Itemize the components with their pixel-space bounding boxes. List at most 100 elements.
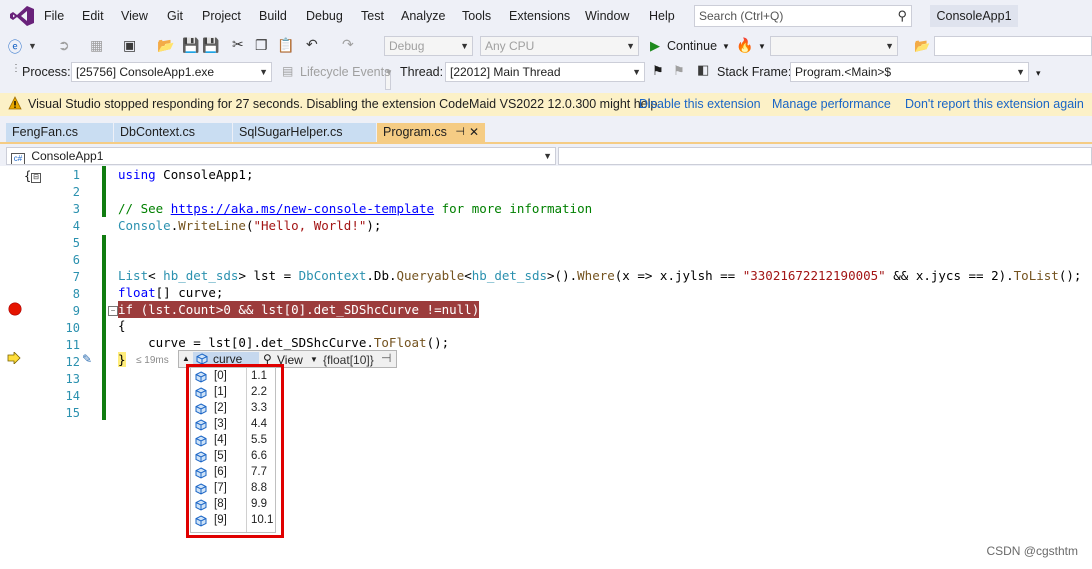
- process-label: Process:: [22, 65, 71, 79]
- toolbar-overflow-icon[interactable]: ▾: [1036, 68, 1041, 79]
- code-token: ToFloat: [373, 335, 427, 350]
- code-line-4: Console.WriteLine("Hello, World!");: [118, 218, 381, 233]
- line-number: 15: [65, 406, 80, 420]
- back-dropdown-icon[interactable]: ▼: [28, 41, 37, 51]
- menu-git[interactable]: Git: [167, 9, 183, 23]
- code-token: List: [118, 268, 149, 283]
- search-placeholder: Search (Ctrl+Q): [699, 9, 784, 23]
- tab-label: DbContext.cs: [120, 125, 196, 139]
- disable-extension-link[interactable]: Disable this extension: [639, 97, 761, 111]
- code-line-12-current: }: [118, 352, 126, 367]
- line-number: 8: [72, 287, 80, 301]
- search-box[interactable]: Search (Ctrl+Q) ⚲: [694, 5, 912, 27]
- new-item-icon[interactable]: ▣: [123, 37, 136, 54]
- hot-reload-icon[interactable]: 🔥: [736, 37, 753, 54]
- open-file-icon[interactable]: 📂: [157, 37, 174, 54]
- lifecycle-events-button: Lifecycle Events: [300, 65, 391, 79]
- menu-file[interactable]: File: [44, 9, 64, 23]
- manage-performance-link[interactable]: Manage performance: [772, 97, 891, 111]
- redo-icon: ↷: [342, 36, 354, 52]
- find-in-files-icon[interactable]: 📂: [914, 38, 930, 54]
- chevron-down-icon: ▼: [460, 41, 469, 51]
- code-line-3: // See https://aka.ms/new-console-templa…: [118, 201, 592, 216]
- stack-frame-select[interactable]: Program.<Main>$ ▼: [790, 62, 1029, 82]
- menu-edit[interactable]: Edit: [82, 9, 104, 23]
- project-scope-select[interactable]: c# ConsoleApp1 ▼: [6, 147, 556, 165]
- chevron-down-icon: ▼: [543, 151, 552, 161]
- dont-report-extension-link[interactable]: Don't report this extension again: [905, 97, 1084, 111]
- toggle-flag-icon[interactable]: ⚑: [652, 63, 664, 79]
- continue-dropdown-icon[interactable]: ▼: [722, 42, 730, 51]
- tab-fengfan[interactable]: FengFan.cs: [6, 123, 113, 142]
- menu-project[interactable]: Project: [202, 9, 241, 23]
- tab-label: SqlSugarHelper.cs: [239, 125, 343, 139]
- parallel-stacks-icon[interactable]: ◧: [697, 62, 709, 78]
- code-line-8: float[] curve;: [118, 285, 223, 300]
- save-icon[interactable]: 💾: [182, 37, 199, 54]
- line-number: 9: [72, 304, 80, 318]
- close-icon[interactable]: ✕: [469, 123, 479, 142]
- tab-dbcontext[interactable]: DbContext.cs: [114, 123, 232, 142]
- thread-select[interactable]: [22012] Main Thread ▼: [445, 62, 645, 82]
- code-line-10: {: [118, 318, 126, 333]
- code-line-9-breakpoint-highlight: if (lst.Count>0 && lst[0].det_SDShcCurve…: [118, 301, 480, 318]
- copy-icon[interactable]: ❐: [255, 37, 268, 54]
- menu-analyze[interactable]: Analyze: [401, 9, 445, 23]
- stack-frame-label: Stack Frame:: [717, 65, 792, 79]
- chevron-down-icon: ▼: [259, 67, 268, 77]
- red-highlight-box: [186, 364, 284, 538]
- code-token: Console: [118, 218, 171, 233]
- quick-actions-brush-icon[interactable]: ✎: [82, 352, 92, 366]
- member-scope-select[interactable]: [558, 147, 1092, 165]
- save-all-icon[interactable]: 💾: [202, 37, 219, 54]
- menu-build[interactable]: Build: [259, 9, 287, 23]
- menu-extensions[interactable]: Extensions: [509, 9, 570, 23]
- toolbar-grip-icon: ⋮: [11, 63, 21, 74]
- code-editor[interactable]: { ⊟ 1 2 3 4 5 6 7 8 9 10 11 12 13 14 15 …: [0, 166, 1092, 569]
- template-link[interactable]: https://aka.ms/new-console-template: [171, 201, 434, 216]
- menu-view[interactable]: View: [121, 9, 148, 23]
- menu-test[interactable]: Test: [361, 9, 384, 23]
- find-combo[interactable]: [934, 36, 1092, 56]
- solution-configuration-select: Debug ▼: [384, 36, 473, 56]
- code-comment: // See: [118, 201, 171, 216]
- solution-configuration-value: Debug: [389, 39, 425, 53]
- process-value: [25756] ConsoleApp1.exe: [76, 65, 215, 79]
- watermark: CSDN @cgsthtm: [986, 544, 1078, 558]
- undo-icon[interactable]: ↶: [306, 36, 318, 53]
- code-token: ConsoleApp1;: [155, 167, 254, 182]
- pin-icon[interactable]: ⊣: [455, 123, 465, 142]
- continue-button[interactable]: Continue: [667, 39, 717, 53]
- datatip-collapse-icon[interactable]: ▲: [182, 354, 190, 363]
- hot-reload-dropdown-icon[interactable]: ▼: [758, 42, 766, 51]
- breakpoint-icon[interactable]: [8, 302, 22, 316]
- paste-icon[interactable]: 📋: [277, 37, 294, 54]
- pin-datatip-icon[interactable]: ⊣: [381, 351, 391, 365]
- code-token: .Db.: [366, 268, 397, 283]
- visual-studio-logo-icon[interactable]: [10, 6, 34, 26]
- outline-collapse-icon[interactable]: −: [108, 306, 118, 316]
- tab-sqlsugarhelper[interactable]: SqlSugarHelper.cs: [233, 123, 376, 142]
- line-number: 1: [72, 168, 80, 182]
- menu-tools[interactable]: Tools: [462, 9, 491, 23]
- line-number: 12: [65, 355, 80, 369]
- startup-item-select: ▼: [770, 36, 898, 56]
- code-token: if (lst.Count>0 && lst[0].det_SDShcCurve…: [118, 302, 480, 317]
- continue-play-icon[interactable]: ▶: [650, 38, 660, 54]
- view-dropdown-icon[interactable]: ▼: [310, 355, 318, 364]
- csharp-project-icon: c#: [11, 153, 25, 164]
- code-token: && x.jycs == 2).: [885, 268, 1014, 283]
- menu-debug[interactable]: Debug: [306, 9, 343, 23]
- cut-icon[interactable]: ✂: [232, 36, 244, 53]
- code-token: Where: [577, 268, 615, 283]
- navigate-back-icon[interactable]: ⓔ: [8, 37, 22, 57]
- line-number: 3: [72, 202, 80, 216]
- code-token: (x => x.jylsh ==: [614, 268, 743, 283]
- menu-window[interactable]: Window: [585, 9, 629, 23]
- menu-help[interactable]: Help: [649, 9, 675, 23]
- tab-program[interactable]: Program.cs ⊣ ✕: [377, 123, 485, 142]
- code-comment: for more information: [434, 201, 593, 216]
- document-tab-strip: FengFan.cs DbContext.cs SqlSugarHelper.c…: [0, 123, 1092, 144]
- code-line-7: List< hb_det_sds> lst = DbContext.Db.Que…: [118, 268, 1081, 283]
- process-select[interactable]: [25756] ConsoleApp1.exe ▼: [71, 62, 272, 82]
